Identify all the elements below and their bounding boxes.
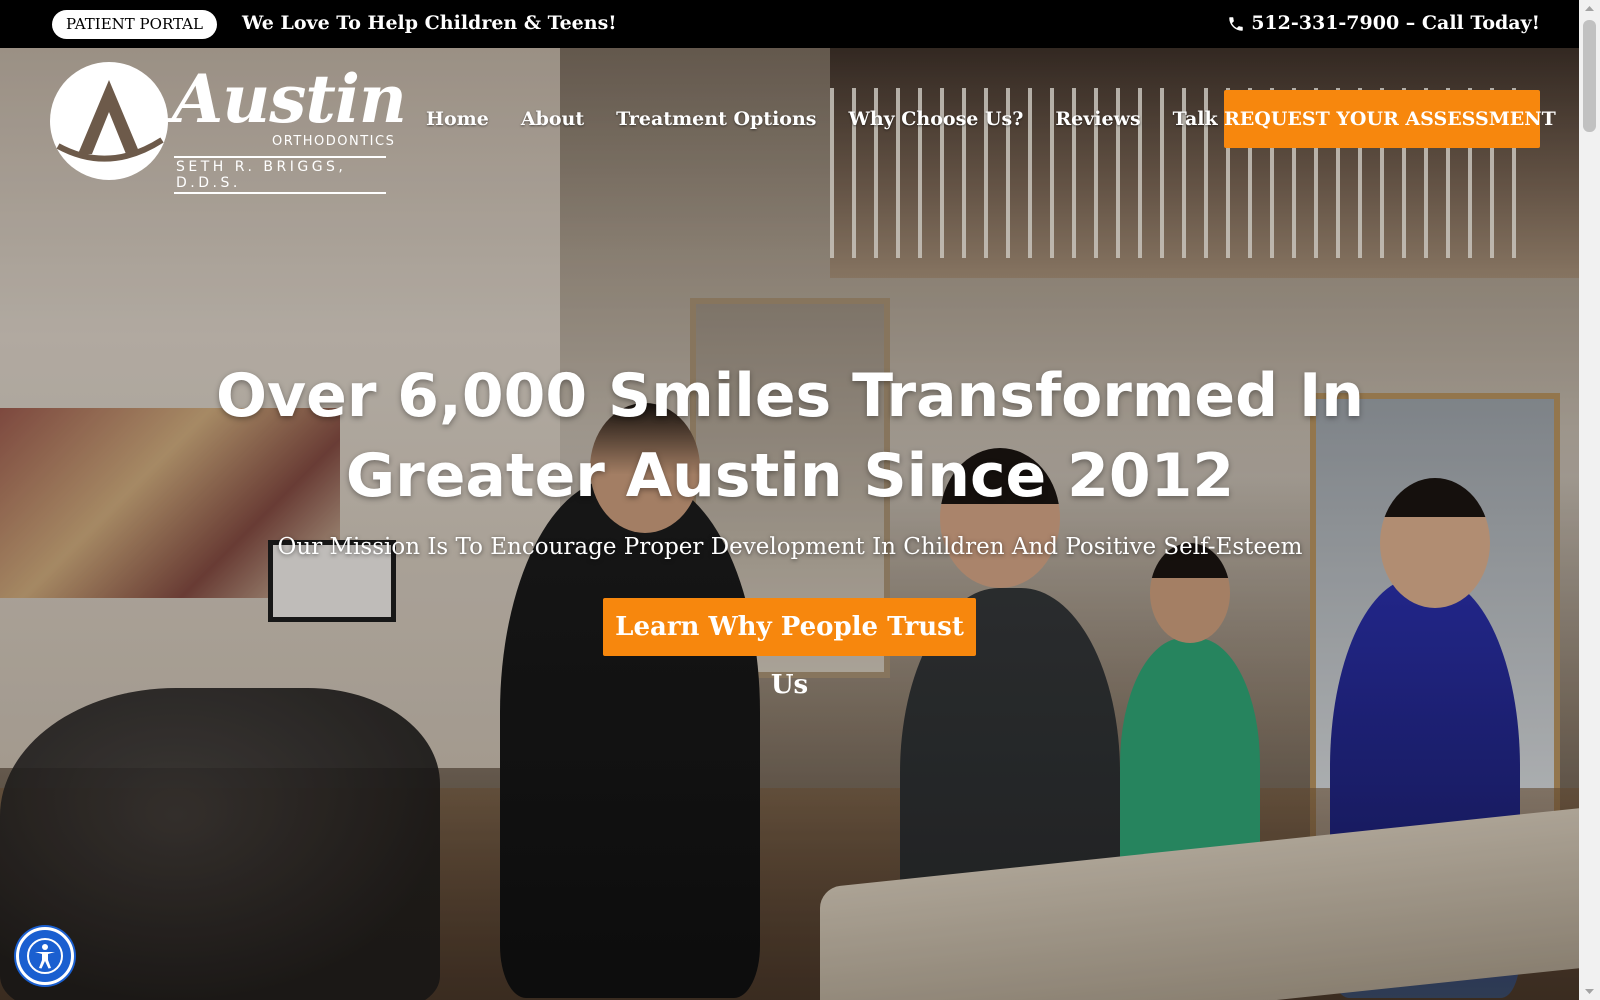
site-logo[interactable]: Austin ORTHODONTICS SETH R. BRIGGS, D.D.…	[46, 62, 407, 194]
nav-about[interactable]: About	[521, 104, 584, 134]
logo-subtitle: ORTHODONTICS	[272, 134, 396, 149]
nav-reviews[interactable]: Reviews	[1055, 104, 1140, 134]
scroll-up-arrow-icon[interactable]	[1579, 0, 1600, 17]
accessibility-button[interactable]	[16, 927, 74, 985]
hero-subheading: Our Mission Is To Encourage Proper Devel…	[277, 534, 1303, 560]
hero-headline-line2: Greater Austin Since 2012	[345, 441, 1235, 511]
phone-link[interactable]: 512-331-7900 – Call Today!	[1227, 10, 1540, 37]
scroll-thumb[interactable]	[1583, 20, 1596, 132]
page-scrollbar[interactable]	[1579, 0, 1600, 1000]
top-tagline: We Love To Help Children & Teens!	[242, 12, 617, 34]
hero-headline: Over 6,000 Smiles Transformed In Greater…	[150, 356, 1430, 516]
learn-why-button[interactable]: Learn Why People Trust Us	[603, 598, 976, 700]
nav-treatment-options[interactable]: Treatment Options	[616, 104, 816, 134]
logo-a-icon	[56, 80, 164, 162]
logo-mark	[50, 62, 168, 180]
phone-icon	[1229, 16, 1243, 31]
logo-wordmark: Austin	[172, 60, 407, 138]
accessibility-icon	[27, 938, 63, 974]
request-assessment-button[interactable]: REQUEST YOUR ASSESSMENT	[1224, 90, 1556, 148]
phone-number: 512-331-7900 – Call Today!	[1251, 12, 1540, 34]
patient-portal-button[interactable]: PATIENT PORTAL	[52, 10, 217, 39]
scroll-down-arrow-icon[interactable]	[1579, 983, 1600, 1000]
main-nav: Home About Treatment Options Why Choose …	[426, 104, 1315, 134]
top-bar: PATIENT PORTAL We Love To Help Children …	[0, 0, 1579, 48]
hero-headline-line1: Over 6,000 Smiles Transformed In	[216, 361, 1364, 431]
logo-doctor-name: SETH R. BRIGGS, D.D.S.	[174, 156, 386, 194]
nav-why-choose-us[interactable]: Why Choose Us?	[848, 104, 1023, 134]
nav-home[interactable]: Home	[426, 104, 489, 134]
